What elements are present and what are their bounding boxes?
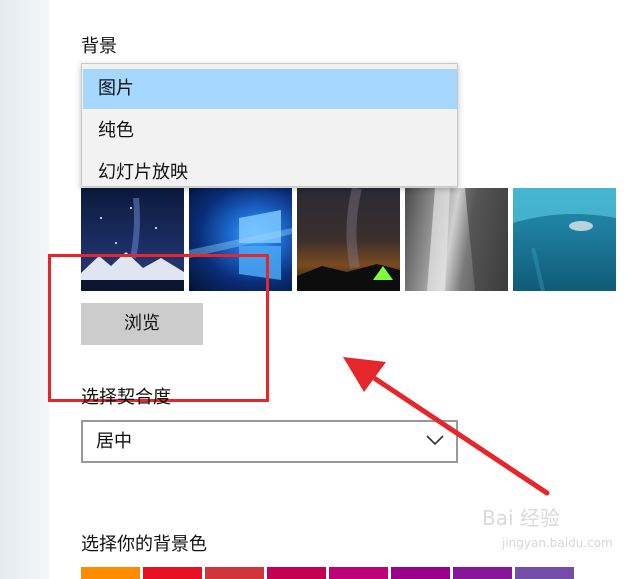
fit-label: 选择契合度	[81, 387, 171, 408]
color-swatch[interactable]	[205, 567, 264, 579]
menu-item-picture[interactable]: 图片	[83, 69, 457, 109]
watermark-logo: Bai 经验	[482, 506, 560, 530]
underwater-image	[513, 188, 616, 291]
watermark-url: jingyan.baidu.com	[502, 536, 613, 550]
color-swatch[interactable]	[329, 567, 388, 579]
wallpaper-thumbnail-rock-waterfall[interactable]	[405, 188, 508, 291]
wallpaper-thumbnail-underwater[interactable]	[513, 188, 616, 291]
rock-waterfall-image	[427, 188, 508, 291]
color-swatch[interactable]	[391, 567, 450, 579]
annotation-highlight-box	[48, 254, 269, 402]
wallpaper-thumbnail-milky-way[interactable]	[297, 188, 400, 291]
background-label: 背景	[81, 36, 117, 57]
background-type-dropdown-menu: 图片 纯色 幻灯片放映	[81, 63, 458, 187]
color-swatch[interactable]	[81, 567, 140, 579]
fit-select-value: 居中	[96, 431, 132, 452]
color-swatch[interactable]	[453, 567, 512, 579]
chevron-down-icon	[426, 435, 444, 446]
watermark: Bai 经验 jingyan.baidu.com	[482, 506, 613, 550]
settings-nav-strip	[0, 0, 49, 579]
color-swatch[interactable]	[143, 567, 202, 579]
background-color-label: 选择你的背景色	[81, 534, 207, 555]
color-swatch[interactable]	[515, 567, 574, 579]
color-swatch[interactable]	[267, 567, 326, 579]
menu-item-slideshow[interactable]: 幻灯片放映	[83, 153, 457, 193]
fit-select[interactable]: 居中	[81, 420, 458, 463]
menu-item-solid-color[interactable]: 纯色	[83, 111, 457, 151]
milky-way-image	[297, 188, 400, 291]
